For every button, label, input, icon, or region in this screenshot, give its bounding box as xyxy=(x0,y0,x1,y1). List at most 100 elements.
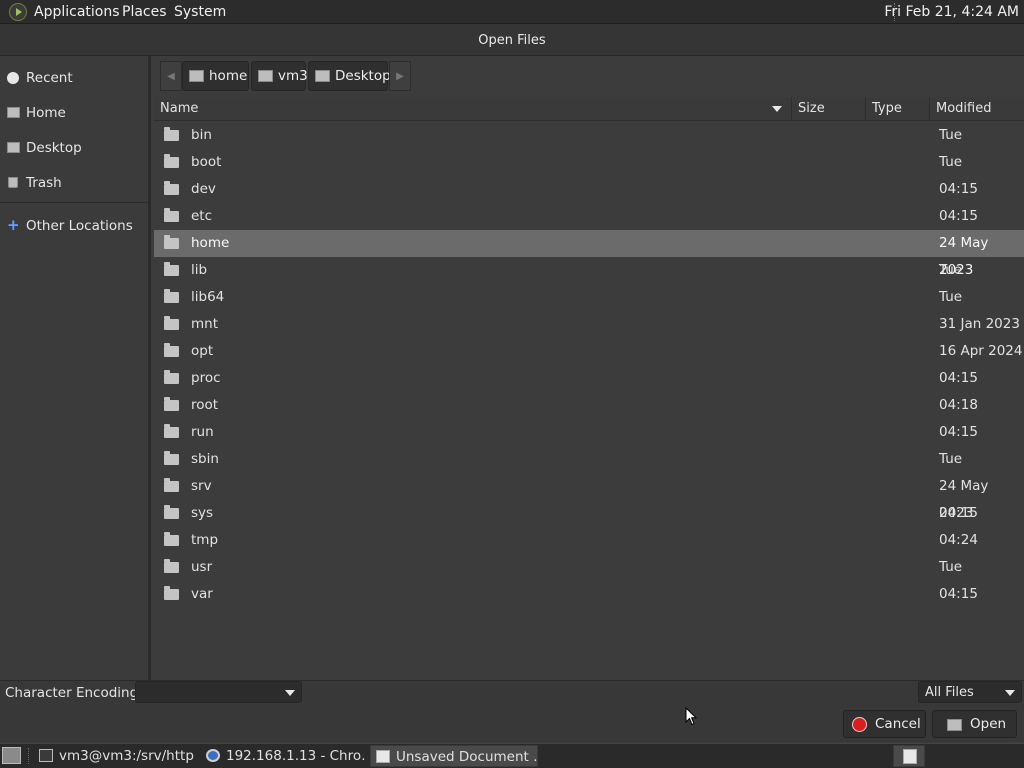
file-modified: 04:24 xyxy=(939,532,978,548)
file-row[interactable]: root 04:18 xyxy=(154,392,1024,419)
file-row[interactable]: lib Tue xyxy=(154,257,1024,284)
distro-logo-icon[interactable] xyxy=(9,3,27,21)
sidebar-item-other-locations[interactable]: + Other Locations xyxy=(0,212,148,240)
folder-icon xyxy=(164,289,179,303)
file-name: proc xyxy=(191,370,221,386)
sidebar-item-desktop[interactable]: Desktop xyxy=(0,134,148,162)
folder-icon xyxy=(164,451,179,465)
menu-places[interactable]: Places xyxy=(122,4,167,20)
file-name: root xyxy=(191,397,219,413)
file-modified: 04:15 xyxy=(939,505,978,521)
crumb-vm3[interactable]: vm3 xyxy=(251,61,308,91)
folder-icon xyxy=(164,424,179,438)
file-name: dev xyxy=(191,181,216,197)
file-row[interactable]: mnt 31 Jan 2023 xyxy=(154,311,1024,338)
folder-icon xyxy=(164,478,179,492)
menu-applications[interactable]: Applications xyxy=(34,4,120,20)
task-text-editor[interactable]: Unsaved Document … xyxy=(370,745,538,767)
folder-icon xyxy=(164,505,179,519)
folder-icon xyxy=(164,235,179,249)
crumb-label: vm3 xyxy=(278,68,308,84)
task-label: vm3@vm3:/srv/http xyxy=(59,748,194,764)
sidebar-item-trash[interactable]: Trash xyxy=(0,169,148,197)
file-modified: 04:18 xyxy=(939,397,978,413)
task-chrome[interactable]: 192.168.1.13 - Chro… xyxy=(201,745,365,767)
folder-icon xyxy=(164,208,179,222)
encoding-dropdown[interactable] xyxy=(135,681,302,703)
file-row[interactable]: lib64 Tue xyxy=(154,284,1024,311)
path-scroll-right-icon[interactable]: ▶ xyxy=(389,61,411,91)
file-row[interactable]: bin Tue xyxy=(154,122,1024,149)
file-modified: 04:15 xyxy=(939,208,978,224)
file-filter-value: All Files xyxy=(925,685,974,700)
column-header-size[interactable]: Size xyxy=(792,97,866,121)
tray-text-editor-icon[interactable] xyxy=(893,745,925,767)
clock[interactable]: Fri Feb 21, 4:24 AM xyxy=(884,4,1019,20)
file-name: lib64 xyxy=(191,289,225,305)
file-row[interactable]: dev 04:15 xyxy=(154,176,1024,203)
file-modified: 04:15 xyxy=(939,424,978,440)
file-row[interactable]: sys 04:15 xyxy=(154,500,1024,527)
folder-icon xyxy=(164,181,179,195)
open-folder-icon xyxy=(947,719,962,731)
column-type-label: Type xyxy=(872,101,902,116)
home-folder-icon xyxy=(7,107,20,118)
file-modified: Tue xyxy=(939,289,963,305)
path-scroll-left-icon[interactable]: ◀ xyxy=(160,61,182,91)
file-row[interactable]: tmp 04:24 xyxy=(154,527,1024,554)
crumb-label: home xyxy=(209,68,248,84)
file-modified: 04:15 xyxy=(939,370,978,386)
column-header-type[interactable]: Type xyxy=(866,97,930,121)
file-name: sbin xyxy=(191,451,219,467)
cancel-icon xyxy=(852,717,867,732)
task-label: 192.168.1.13 - Chro… xyxy=(226,748,365,764)
file-row[interactable]: boot Tue xyxy=(154,149,1024,176)
file-row[interactable]: sbin Tue xyxy=(154,446,1024,473)
file-row[interactable]: home 24 May 2023 xyxy=(154,230,1024,278)
sidebar-item-home[interactable]: Home xyxy=(0,99,148,127)
column-modified-label: Modified xyxy=(936,101,992,116)
open-label: Open xyxy=(970,716,1007,732)
file-row[interactable]: run 04:15 xyxy=(154,419,1024,446)
file-name: home xyxy=(191,235,230,251)
show-desktop-icon[interactable] xyxy=(2,747,21,764)
file-filter-dropdown[interactable]: All Files xyxy=(918,681,1022,703)
list-header: Name Size Type Modified xyxy=(154,97,1024,121)
folder-icon xyxy=(164,343,179,357)
menu-system[interactable]: System xyxy=(174,4,226,20)
file-row[interactable]: proc 04:15 xyxy=(154,365,1024,392)
column-header-name[interactable]: Name xyxy=(154,97,792,121)
file-row[interactable]: usr Tue xyxy=(154,554,1024,581)
encoding-label: Character Encoding: xyxy=(5,685,143,701)
file-modified: Tue xyxy=(939,262,963,278)
taskbar: vm3@vm3:/srv/http 192.168.1.13 - Chro… U… xyxy=(0,743,1024,768)
file-row[interactable]: srv 24 May 2023 xyxy=(154,473,1024,521)
file-row[interactable]: etc 04:15 xyxy=(154,203,1024,230)
task-terminal[interactable]: vm3@vm3:/srv/http xyxy=(34,745,196,767)
file-modified: 31 Jan 2023 xyxy=(939,316,1020,332)
task-label: Unsaved Document … xyxy=(396,749,538,765)
folder-icon xyxy=(164,532,179,546)
file-name: tmp xyxy=(191,532,219,548)
folder-icon xyxy=(164,262,179,276)
chrome-icon xyxy=(206,749,220,762)
sort-descending-icon[interactable] xyxy=(772,106,782,112)
file-row[interactable]: var 04:15 xyxy=(154,581,1024,608)
column-header-modified[interactable]: Modified xyxy=(930,97,1024,121)
file-modified: 04:15 xyxy=(939,586,978,602)
open-button[interactable]: Open xyxy=(932,710,1017,738)
crumb-desktop[interactable]: Desktop xyxy=(308,61,391,91)
plus-icon: + xyxy=(7,216,20,234)
dialog-footer: Character Encoding: All Files Cancel Ope… xyxy=(0,680,1024,742)
file-modified: 16 Apr 2024 xyxy=(939,343,1023,359)
sidebar-item-label: Trash xyxy=(26,175,62,191)
file-name: var xyxy=(191,586,213,602)
cancel-button[interactable]: Cancel xyxy=(843,710,926,738)
dialog-title: Open Files xyxy=(0,24,1024,56)
crumb-home[interactable]: home xyxy=(182,61,249,91)
file-modified: 04:15 xyxy=(939,181,978,197)
file-list[interactable]: Name Size Type Modified bin Tue boot Tue dev… xyxy=(154,97,1024,680)
sidebar-item-recent[interactable]: Recent xyxy=(0,64,148,92)
file-name: opt xyxy=(191,343,214,359)
file-row[interactable]: opt 16 Apr 2024 xyxy=(154,338,1024,365)
